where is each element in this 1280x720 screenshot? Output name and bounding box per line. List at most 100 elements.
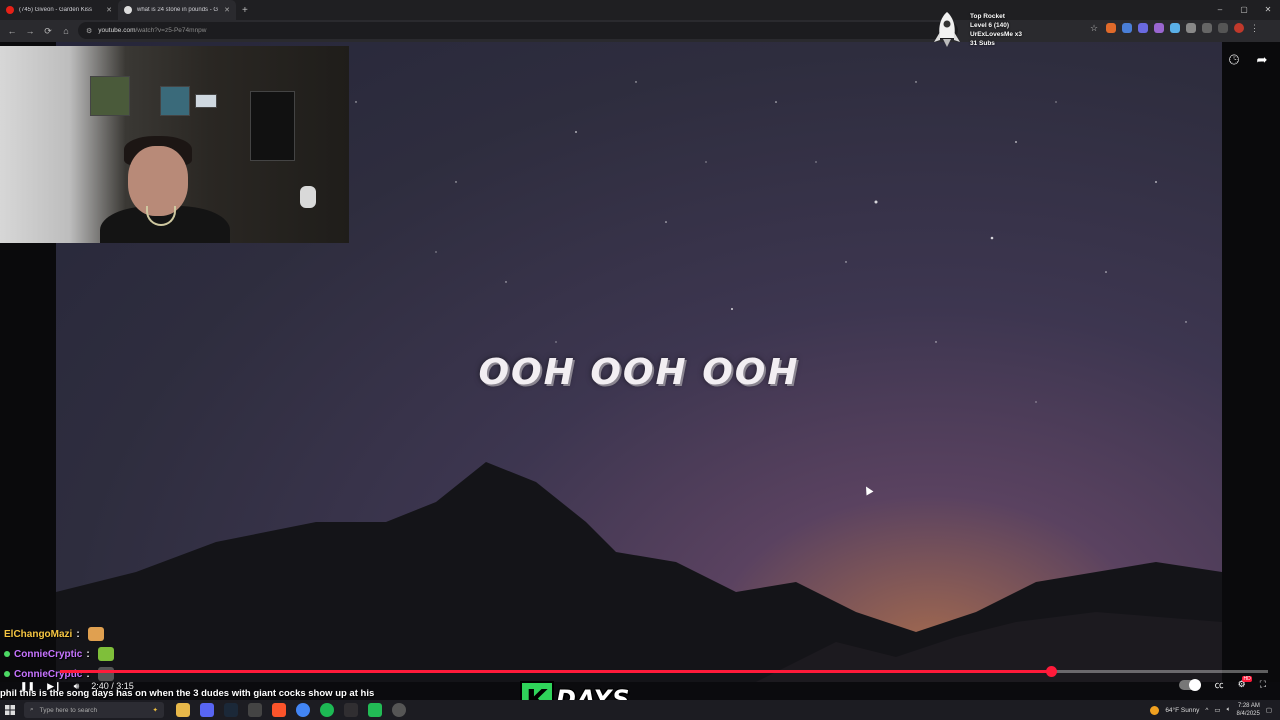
forward-button[interactable]: →	[22, 23, 38, 39]
extension-icon[interactable]	[1138, 23, 1148, 33]
close-icon[interactable]: ✕	[106, 6, 112, 14]
windows-taskbar: ⌕ Type here to search ✦ 64°F Sunny ^ ▭ 🔈…	[0, 700, 1280, 720]
speaker-icon[interactable]: 🔈︎	[1227, 706, 1231, 714]
fullscreen-icon[interactable]: ⛶	[1260, 679, 1266, 690]
top-rocket-widget: Top Rocket Level 6 (140) UrExLovesMe x3 …	[930, 10, 1040, 48]
watch-later-icon[interactable]: 🕒︎	[1226, 52, 1242, 68]
rocket-level: Level 6 (140)	[970, 22, 1010, 29]
chat-separator: :	[76, 628, 80, 640]
extensions-puzzle-icon[interactable]	[1202, 23, 1212, 33]
wall-poster	[90, 76, 130, 116]
clock-time: 7:28 AM	[1237, 703, 1260, 709]
profile-avatar-icon[interactable]	[1234, 23, 1244, 33]
rocket-subs: 31 Subs	[970, 40, 995, 47]
close-icon[interactable]: ✕	[224, 6, 230, 14]
video-progress-bar[interactable]	[60, 666, 1268, 677]
system-tray: 64°F Sunny ^ ▭ 🔈︎ 7:28 AM 8/4/2025 ▢	[1150, 700, 1272, 720]
menu-icon[interactable]: ⋮	[1250, 23, 1260, 33]
discord-icon[interactable]	[200, 703, 214, 717]
new-tab-button[interactable]: +	[236, 5, 254, 16]
progress-fill	[60, 670, 1051, 673]
scrubber-handle[interactable]	[1045, 666, 1057, 677]
youtube-favicon-icon	[6, 6, 14, 14]
home-button[interactable]: ⌂	[58, 23, 74, 39]
spotify-icon[interactable]	[320, 703, 334, 717]
app-icon[interactable]	[392, 703, 406, 717]
tab-label: (745) Giveon - Garden Kiss	[19, 7, 93, 13]
side-panel-icon[interactable]	[1218, 23, 1228, 33]
emote-icon	[87, 627, 104, 641]
settings-gear-icon[interactable]: ⚙ HD	[1238, 676, 1252, 690]
chat-username: ElChangoMazi	[4, 628, 73, 640]
emote-icon	[97, 647, 114, 661]
captions-icon[interactable]: ㏄	[1215, 678, 1224, 691]
close-window-button[interactable]: ✕	[1256, 0, 1280, 20]
taskbar-search-input[interactable]: ⌕ Type here to search ✦	[24, 702, 164, 718]
url-path: /watch?v=z5-Pe74mnpw	[135, 27, 207, 34]
brave-icon[interactable]	[272, 703, 286, 717]
rocket-info: Top Rocket Level 6 (140) UrExLovesMe x3 …	[970, 10, 1022, 48]
screen: (745) Giveon - Garden Kiss ✕ what is 24 …	[0, 0, 1280, 720]
steam-icon[interactable]	[224, 703, 238, 717]
search-icon: ⌕	[30, 706, 34, 713]
taskbar-apps	[176, 703, 406, 717]
maximize-button[interactable]: ▢	[1232, 0, 1256, 20]
wall-poster	[250, 91, 295, 161]
back-button[interactable]: ←	[4, 23, 20, 39]
reload-button[interactable]: ⟳	[40, 23, 56, 39]
rocket-icon	[934, 12, 960, 47]
rocket-user: UrExLovesMe x3	[970, 31, 1023, 38]
search-placeholder: Type here to search	[39, 706, 98, 714]
google-favicon-icon	[124, 6, 132, 14]
extension-icon[interactable]	[1186, 23, 1196, 33]
extension-icon[interactable]	[1106, 23, 1116, 33]
extension-icon[interactable]	[1170, 23, 1180, 33]
address-url: youtube.com/watch?v=z5-Pe74mnpw	[98, 27, 206, 34]
chat-tts-text: phil this is the song days has on when t…	[0, 688, 375, 699]
status-dot-icon	[4, 651, 10, 657]
wall-poster	[160, 86, 190, 116]
tab-google-search[interactable]: what is 24 stone in pounds - G ✕	[118, 0, 236, 20]
weather-text: 64°F Sunny	[1165, 706, 1200, 714]
chat-message: ConnieCryptic :	[4, 644, 114, 664]
terminal-icon[interactable]	[368, 703, 382, 717]
chat-message: ElChangoMazi :	[4, 624, 114, 644]
extension-icon[interactable]	[1154, 23, 1164, 33]
video-top-controls: 🕒︎ ➦	[1226, 52, 1270, 68]
obs-icon[interactable]	[344, 703, 358, 717]
extensions-row: ☆ ⋮	[1090, 23, 1260, 33]
notifications-icon[interactable]: ▢	[1266, 706, 1272, 714]
microphone-icon	[300, 186, 316, 208]
clock-date: 8/4/2025	[1236, 711, 1260, 717]
chrome-icon[interactable]	[296, 703, 310, 717]
chat-separator: :	[86, 648, 90, 660]
browser-tab-bar: (745) Giveon - Garden Kiss ✕ what is 24 …	[0, 0, 1280, 20]
video-right-margin	[1222, 42, 1280, 682]
webcam-overlay	[0, 46, 349, 243]
wall-poster	[195, 94, 217, 108]
rocket-title: Top Rocket	[970, 13, 1005, 20]
site-info-icon[interactable]: ⚙	[86, 27, 92, 35]
share-icon[interactable]: ➦	[1254, 52, 1270, 68]
file-explorer-icon[interactable]	[176, 703, 190, 717]
url-host: youtube.com	[98, 27, 136, 34]
search-highlight-icon: ✦	[152, 707, 158, 714]
autoplay-toggle[interactable]	[1178, 678, 1201, 691]
lyric-text: OOH OOH OOH	[478, 352, 800, 393]
tab-youtube[interactable]: (745) Giveon - Garden Kiss ✕	[0, 0, 118, 20]
weather-sun-icon	[1150, 705, 1160, 715]
mountain-silhouette	[56, 462, 1222, 682]
chat-username: ConnieCryptic	[14, 648, 83, 660]
extension-icon[interactable]	[1122, 23, 1132, 33]
tab-label: what is 24 stone in pounds - G	[137, 7, 219, 13]
clock[interactable]: 7:28 AM 8/4/2025	[1236, 702, 1259, 718]
windows-start-icon[interactable]	[0, 700, 20, 720]
settings-icon[interactable]	[248, 703, 262, 717]
browser-toolbar: ← → ⟳ ⌂ ⚙ youtube.com/watch?v=z5-Pe74mnp…	[0, 20, 1280, 42]
tray-chevron-icon[interactable]: ^	[1205, 707, 1208, 714]
minimize-button[interactable]: –	[1208, 0, 1232, 20]
address-bar[interactable]: ⚙ youtube.com/watch?v=z5-Pe74mnpw	[78, 22, 958, 39]
bookmark-star-icon[interactable]: ☆	[1090, 23, 1100, 33]
player-controls-right: ㏄ ⚙ HD ⛶	[1178, 676, 1266, 691]
network-icon[interactable]: ▭	[1214, 706, 1220, 714]
